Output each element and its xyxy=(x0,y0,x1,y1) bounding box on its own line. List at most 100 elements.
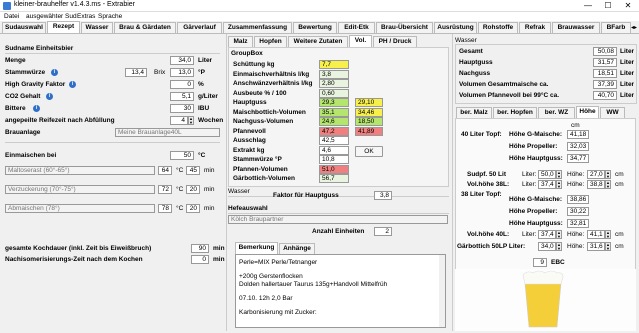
spin[interactable]: ▲ ▼ xyxy=(605,180,611,189)
sudpf-hoehe[interactable]: 27,0 xyxy=(587,170,605,179)
info-icon[interactable]: i xyxy=(69,81,76,88)
vol-row-actual[interactable]: 29,10 xyxy=(355,98,383,107)
vol-row-value[interactable]: 24,6 xyxy=(319,117,349,126)
reifezeit-spin[interactable]: ▲ ▼ xyxy=(188,116,194,125)
vol-row-value[interactable]: 29,3 xyxy=(319,98,349,107)
rast-min-1[interactable]: 45 xyxy=(186,166,200,175)
einmaisch-unit: °C xyxy=(198,152,206,159)
anzahl-input[interactable]: 2 xyxy=(374,227,392,236)
vol-row-actual[interactable]: 18,50 xyxy=(355,117,383,126)
vol40-hoehe[interactable]: 41,1 xyxy=(587,230,605,239)
tab-scroll-icon[interactable]: ◂▸ xyxy=(631,24,637,31)
tab-ausruestung[interactable]: Ausrüstung xyxy=(434,22,477,33)
tab-bewertung[interactable]: Bewertung xyxy=(293,22,337,33)
vol-row-value[interactable]: 47,2 xyxy=(319,126,349,136)
tab-brauwasser[interactable]: Brauwasser xyxy=(552,22,600,33)
rast-min-2[interactable]: 20 xyxy=(186,185,200,194)
tab-hopfen[interactable]: Hopfen xyxy=(254,36,287,47)
tab-ber-hopfen[interactable]: ber. Hopfen xyxy=(493,107,537,118)
tab-ww[interactable]: WW xyxy=(600,107,625,118)
ok-button[interactable]: OK xyxy=(355,146,383,157)
tab-gaerverlauf[interactable]: Gärverlauf xyxy=(177,22,222,33)
tab-zusammenfassung[interactable]: Zusammenfassung xyxy=(223,22,292,33)
tab-ber-wz[interactable]: ber. WZ xyxy=(538,107,575,118)
vol-row-value[interactable]: 42,5 xyxy=(319,136,349,145)
tab-ph-druck[interactable]: PH / Druck xyxy=(373,36,417,47)
vol-row-value[interactable]: 7,7 xyxy=(319,60,349,69)
vol-row-value[interactable]: 10,8 xyxy=(319,155,349,164)
co2-input[interactable]: 5,1 xyxy=(170,92,194,101)
rast-name-2[interactable]: Verzuckerung (70°-75°) xyxy=(5,185,155,194)
tab-sudauswahl[interactable]: Sudauswahl xyxy=(2,22,46,33)
vol-row-value[interactable]: 35,1 xyxy=(319,107,349,117)
tab-hoehe[interactable]: Höhe xyxy=(576,106,599,118)
spin[interactable]: ▲ ▼ xyxy=(605,170,611,179)
stammwuerze-input[interactable]: 13,4 xyxy=(125,68,147,77)
tab-anhaenge[interactable]: Anhänge xyxy=(279,243,315,254)
spin[interactable]: ▲ ▼ xyxy=(556,242,562,251)
rast-min-3[interactable]: 20 xyxy=(186,204,200,213)
vol-row-value[interactable]: 4,6 xyxy=(319,145,349,155)
maximize-button[interactable]: ☐ xyxy=(598,0,618,12)
bemerkung-textarea[interactable]: Perle=MIX Perle/Tetnanger +200g Gerstenf… xyxy=(235,254,446,328)
vol-row-value[interactable]: 0,60 xyxy=(319,88,349,98)
tab-rohstoffe[interactable]: Rohstoffe xyxy=(478,22,518,33)
vol-row-value[interactable]: 56,7 xyxy=(319,174,349,183)
rast-temp-1[interactable]: 64 xyxy=(158,166,172,175)
vol-row-value[interactable]: 51,0 xyxy=(319,164,349,174)
tab-vol[interactable]: Vol. xyxy=(349,35,372,47)
spin[interactable]: ▲ ▼ xyxy=(556,180,562,189)
spin[interactable]: ▲ ▼ xyxy=(556,230,562,239)
menu-extras[interactable]: Extras xyxy=(77,13,95,20)
menu-sprache[interactable]: Sprache xyxy=(98,13,122,20)
tab-brau-gaerdaten[interactable]: Brau & Gärdaten xyxy=(114,22,176,33)
tab-malz[interactable]: Malz xyxy=(228,36,253,47)
tab-refrak[interactable]: Refrak xyxy=(519,22,551,33)
tab-edit-etk[interactable]: Edit-Etk xyxy=(338,22,375,33)
vol-row-actual[interactable]: 41,89 xyxy=(355,126,383,136)
brix-input[interactable]: 13,0 xyxy=(170,68,194,77)
tab-brau-uebersicht[interactable]: Brau-Übersicht xyxy=(376,22,433,33)
spin[interactable]: ▲ ▼ xyxy=(605,230,611,239)
rast-name-3[interactable]: Abmaischen (78°) xyxy=(5,204,155,213)
vol38-liter[interactable]: 37,4 xyxy=(538,180,556,189)
info-icon[interactable]: i xyxy=(51,69,58,76)
nachiso-input[interactable]: 0 xyxy=(191,255,209,264)
minimize-button[interactable]: — xyxy=(578,0,598,12)
info-icon[interactable]: i xyxy=(46,93,53,100)
tab-rezept[interactable]: Rezept xyxy=(47,21,80,33)
vol-row-value[interactable]: 2,80 xyxy=(319,79,349,88)
vol-row-actual[interactable]: 34,46 xyxy=(355,107,383,117)
reifezeit-input[interactable]: 4 xyxy=(170,116,188,125)
spin[interactable]: ▲ ▼ xyxy=(605,242,611,251)
einmaisch-input[interactable]: 50 xyxy=(170,151,194,160)
kochdauer-input[interactable]: 90 xyxy=(191,244,209,253)
faktor-input[interactable]: 3,8 xyxy=(374,191,392,200)
hgf-input[interactable]: 0 xyxy=(170,80,194,89)
vol38-hoehe[interactable]: 38,8 xyxy=(587,180,605,189)
sudpf-liter[interactable]: 50,0 xyxy=(538,170,556,179)
rast-temp-3[interactable]: 78 xyxy=(158,204,172,213)
tab-weitere-zutaten[interactable]: Weitere Zutaten xyxy=(288,36,348,47)
menu-sud[interactable]: ausgewähter Sud xyxy=(26,13,77,20)
vol40-liter[interactable]: 37,4 xyxy=(538,230,556,239)
scrollbar[interactable] xyxy=(439,255,445,327)
ebc-input[interactable]: 9 xyxy=(533,258,547,267)
close-button[interactable]: ✕ xyxy=(618,0,638,12)
bittere-input[interactable]: 30 xyxy=(170,104,194,113)
tab-wasser[interactable]: Wasser xyxy=(81,22,113,33)
menu-datei[interactable]: Datei xyxy=(4,13,19,20)
gaerb-liter[interactable]: 34,0 xyxy=(538,242,556,251)
gaerb-hoehe[interactable]: 31,6 xyxy=(587,242,605,251)
tab-ber-malz[interactable]: ber. Malz xyxy=(456,107,492,118)
tab-bemerkung[interactable]: Bemerkung xyxy=(235,242,278,254)
menge-input[interactable]: 34,0 xyxy=(170,56,194,65)
spin[interactable]: ▲ ▼ xyxy=(556,170,562,179)
rast-temp-2[interactable]: 72 xyxy=(158,185,172,194)
vol-row-value[interactable]: 3,8 xyxy=(319,69,349,79)
brauanlage-select[interactable]: Meine Brauanlage40L xyxy=(115,128,220,137)
info-icon[interactable]: i xyxy=(33,105,40,112)
tab-bfarb[interactable]: BFarb xyxy=(601,22,631,33)
rast-name-1[interactable]: Maltoserast (60°-65°) xyxy=(5,166,155,175)
hefe-select[interactable]: Kölch Braupartner xyxy=(228,215,448,224)
